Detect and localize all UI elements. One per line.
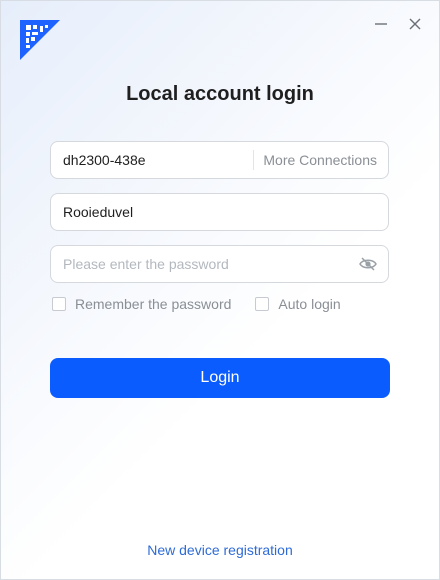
close-icon[interactable] [405, 14, 425, 34]
host-value[interactable]: dh2300-438e [51, 152, 253, 168]
auto-login-checkbox[interactable] [255, 297, 270, 311]
app-logo-icon [20, 20, 60, 60]
eye-slash-icon[interactable] [358, 254, 378, 274]
username-field[interactable]: Rooieduvel [50, 193, 389, 231]
new-device-registration-link[interactable]: New device registration [1, 542, 439, 558]
auto-login-option[interactable]: Auto login [255, 296, 341, 312]
auto-login-label[interactable]: Auto login [278, 296, 340, 312]
minimize-icon[interactable] [371, 14, 391, 34]
more-connections-button[interactable]: More Connections [253, 150, 388, 170]
remember-password-checkbox[interactable] [52, 297, 66, 311]
remember-password-label[interactable]: Remember the password [75, 296, 231, 312]
login-window: Local account login dh2300-438e More Con… [0, 0, 440, 580]
password-placeholder[interactable]: Please enter the password [51, 256, 358, 272]
window-controls [371, 14, 425, 34]
login-options: Remember the password Auto login [52, 296, 341, 312]
page-title: Local account login [126, 83, 314, 105]
password-field[interactable]: Please enter the password [50, 245, 389, 283]
login-button[interactable]: Login [50, 358, 390, 398]
host-field[interactable]: dh2300-438e More Connections [50, 141, 389, 179]
remember-password-option[interactable]: Remember the password [52, 296, 231, 312]
username-value[interactable]: Rooieduvel [51, 204, 388, 220]
